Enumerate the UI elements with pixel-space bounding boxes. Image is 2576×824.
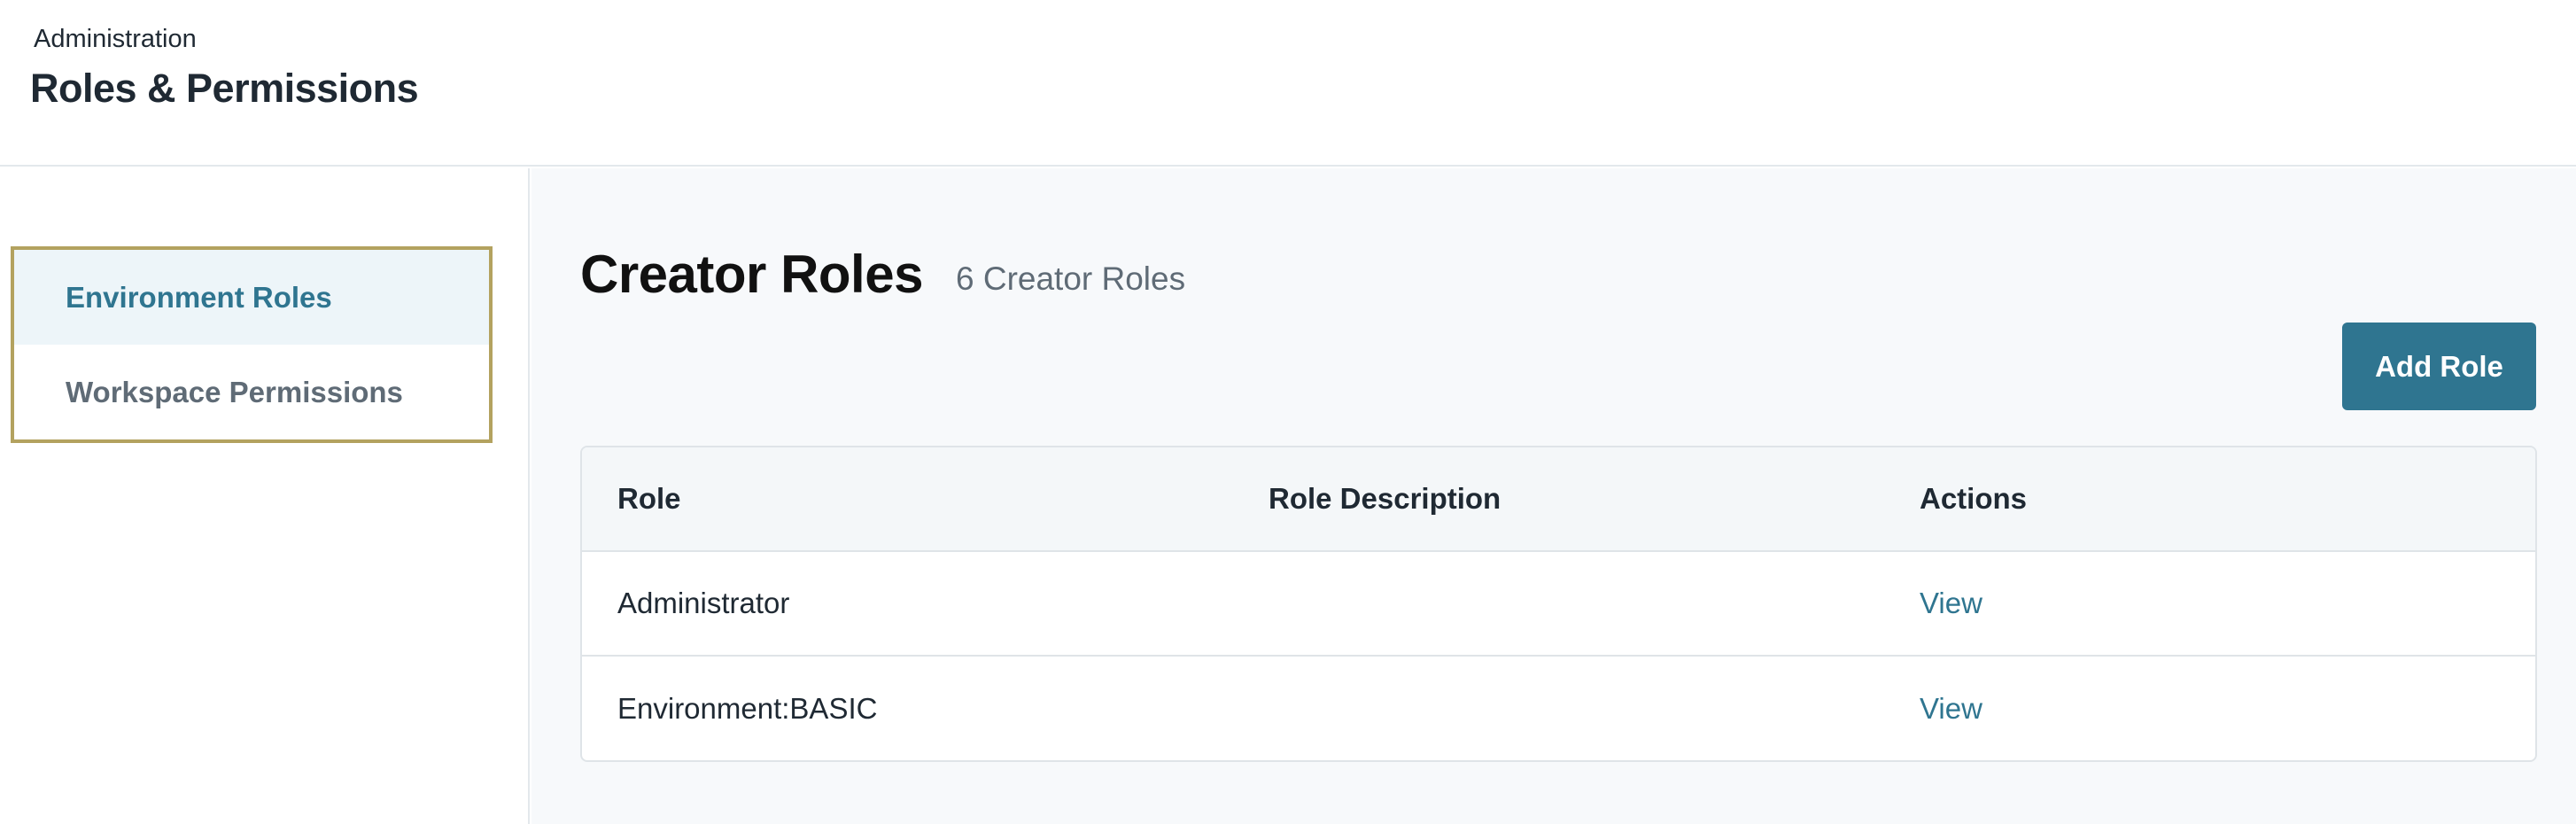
main-content: Creator Roles 6 Creator Roles Add Role R… [531,168,2576,824]
column-header-actions: Actions [1920,482,2028,515]
sidebar-item-workspace-permissions[interactable]: Workspace Permissions [14,345,489,439]
page-header: Administration Roles & Permissions [0,0,2576,167]
sidebar-item-label: Workspace Permissions [66,375,403,408]
roles-table: Role Role Description Actions Administra… [580,446,2537,762]
breadcrumb[interactable]: Administration [34,25,197,54]
add-role-button[interactable]: Add Role [2342,323,2536,410]
section-title: Creator Roles [580,245,923,304]
sidebar-item-label: Environment Roles [66,280,332,314]
table-row: Administrator View [582,552,2535,657]
view-link[interactable]: View [1920,657,1982,760]
view-link[interactable]: View [1920,552,1982,655]
role-name: Environment:BASIC [617,691,878,725]
role-count: 6 Creator Roles [956,260,1186,297]
sidebar: Environment Roles Workspace Permissions [0,168,530,824]
role-name: Administrator [617,587,790,619]
table-row: Environment:BASIC View [582,657,2535,760]
sidebar-item-environment-roles[interactable]: Environment Roles [14,250,489,345]
sidebar-nav: Environment Roles Workspace Permissions [11,246,493,443]
page-title: Roles & Permissions [30,66,419,111]
column-header-role: Role [617,482,681,515]
table-header-row: Role Role Description Actions [582,447,2535,552]
column-header-description: Role Description [1269,482,1501,515]
